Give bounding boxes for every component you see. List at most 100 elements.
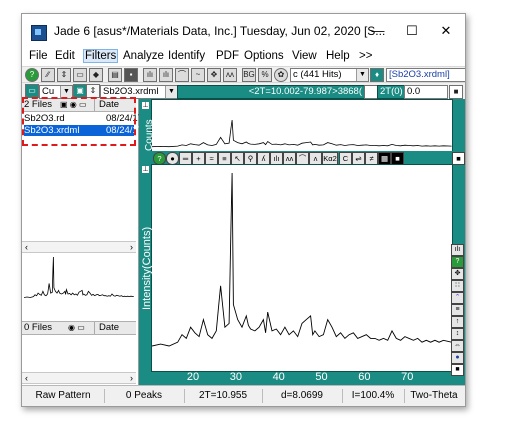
status-bar: Raw Pattern 0 Peaks 2T=10.955 d=8.0699 I… — [22, 385, 465, 406]
main-y-label: Intensity(Counts) — [141, 226, 153, 310]
bars-icon[interactable]: ılı — [451, 244, 464, 256]
x-tick-60: 60 — [358, 371, 371, 383]
lower-files-count: 0 Files — [24, 322, 52, 333]
menu-bar: File Edit Filters Analyze Identify PDF O… — [22, 48, 465, 66]
menu-file[interactable]: File — [29, 50, 48, 62]
menu-edit[interactable]: Edit — [55, 50, 75, 62]
annotation-highlight — [22, 97, 136, 146]
maximize-button[interactable]: ☐ — [396, 20, 428, 42]
lower-files-header: 0 Files ◉ ▭ Date — [22, 321, 136, 335]
x-tick-40: 40 — [272, 371, 285, 383]
minimize-button[interactable]: — — [362, 20, 394, 42]
x-tick-50: 50 — [315, 371, 328, 383]
menu-analyze[interactable]: Analyze — [123, 50, 164, 62]
status-d-spacing: d=8.0699 — [262, 389, 343, 403]
move-icon[interactable]: ✥ — [207, 68, 221, 82]
status-intensity: I=100.4% — [342, 389, 405, 403]
x-tick-30: 30 — [229, 371, 242, 383]
overview-plot[interactable] — [151, 99, 453, 153]
status-pattern: Raw Pattern — [22, 389, 105, 403]
save-icon[interactable]: ▪ — [124, 68, 138, 82]
x-tick-20: 20 — [186, 371, 200, 383]
hits-combo[interactable]: c (441 Hits) ▼ — [290, 68, 369, 82]
bg-icon[interactable]: ~ — [191, 68, 205, 82]
x-axis: 20 30 40 50 60 70 — [151, 371, 451, 385]
upper-scrollbar[interactable]: ‹ › — [22, 241, 136, 253]
chevron-right-icon[interactable]: › — [130, 242, 133, 252]
file-combo-value: Sb2O3.xrdml — [103, 86, 159, 97]
menu-identify[interactable]: Identify — [168, 50, 205, 62]
jade-window: Jade 6 [asus*/Materials Data, Inc.] Tues… — [21, 13, 466, 407]
two-theta-label: 2T(0) — [377, 85, 406, 99]
stop-icon[interactable]: ■ — [452, 152, 465, 165]
lower-scrollbar[interactable]: ‹ › — [22, 372, 136, 384]
reference-file-value: [Sb2O3.xrdml] — [389, 69, 450, 80]
leftright-icon[interactable]: ⇔ — [451, 340, 464, 352]
menu-help[interactable]: Help — [326, 50, 350, 62]
print-icon[interactable]: ▤ — [108, 68, 122, 82]
diamond-icon[interactable]: ◆ — [89, 68, 103, 82]
chevron-left-icon[interactable]: ‹ — [25, 242, 28, 252]
reference-file-field[interactable]: [Sb2O3.xrdml] — [386, 68, 465, 82]
list-icon[interactable]: ≡ — [451, 304, 464, 316]
range-checkbox[interactable] — [364, 85, 378, 99]
main-plot[interactable] — [151, 164, 453, 372]
hits-combo-value: c (441 Hits) — [293, 69, 342, 80]
two-theta-input[interactable]: 0.0 — [404, 85, 448, 99]
menu-options[interactable]: Options — [244, 50, 284, 62]
peak-icon[interactable]: ılı — [159, 68, 173, 82]
spectrum-icon[interactable]: ʌʌ — [223, 68, 237, 82]
chevron-down-icon[interactable]: ▼ — [356, 69, 368, 81]
view-toggle-icon[interactable]: ▣ — [73, 84, 87, 98]
two-theta-value: 0.0 — [407, 86, 421, 97]
element-combo-value: Cu — [42, 86, 55, 97]
overview-y-label: Counts — [144, 119, 155, 151]
chevrons-up-icon[interactable]: ⌃ — [451, 292, 464, 304]
title-bar: Jade 6 [asus*/Materials Data, Inc.] Tues… — [22, 14, 465, 48]
help-icon[interactable]: ? — [451, 256, 464, 268]
pin-icon[interactable]: ⊥ — [142, 166, 149, 173]
smooth-icon[interactable]: ⌒ — [175, 68, 189, 82]
menu-more[interactable]: >> — [359, 50, 372, 62]
window-title: Jade 6 [asus*/Materials Data, Inc.] Tues… — [54, 24, 386, 38]
updown-icon[interactable]: ⇕ — [57, 68, 71, 82]
status-peaks: 0 Peaks — [104, 389, 185, 403]
main-toolbar: ? ∕∕ ⇕ ▭ ◆ ▤ ▪ ılı ılı ⌒ ~ ✥ ʌʌ BG % ✿ c… — [22, 66, 465, 83]
help-icon[interactable]: ? — [25, 68, 39, 82]
anode-icon: ▭ — [25, 84, 39, 98]
stop-icon[interactable]: ■ — [451, 364, 464, 376]
range-field: <2T=10.002-79.987>3868( — [177, 85, 367, 99]
thumbnail-plot — [24, 256, 134, 298]
info-icon[interactable]: ● — [451, 352, 464, 364]
menu-pdf[interactable]: PDF — [216, 50, 239, 62]
status-mode: Two-Theta — [410, 390, 458, 401]
close-button[interactable]: ✕ — [430, 20, 462, 42]
plot-toolbar: ? ● ═ + ≈ ≡ ↖ ⚲ ʎ ılı ʌʌ ⌒ ʌ Kα2 C ⇌ ≠ ▦… — [151, 151, 465, 165]
drop-icon[interactable]: ♦ — [370, 68, 384, 82]
range-text: <2T=10.002-79.987>3868( — [248, 86, 362, 97]
pin-icon[interactable]: ⊥ — [142, 102, 149, 109]
stop-icon[interactable]: ■ — [449, 85, 463, 99]
status-two-theta: 2T=10.955 — [184, 389, 263, 403]
jade-app-icon[interactable] — [31, 25, 47, 41]
move-icon[interactable]: ✥ — [451, 268, 464, 280]
two-theta-label-text: 2T(0) — [380, 86, 403, 97]
lower-date-column-header[interactable]: Date — [94, 322, 119, 334]
bar-pattern-icon[interactable]: ılı — [143, 68, 157, 82]
overview-plot-svg — [151, 119, 452, 148]
updown-icon[interactable]: ↕ — [451, 328, 464, 340]
chevron-left-icon[interactable]: ‹ — [25, 373, 28, 383]
arrow-up-icon[interactable]: ↑ — [451, 316, 464, 328]
bg-sub-icon[interactable]: BG — [242, 68, 256, 82]
chevron-right-icon[interactable]: › — [130, 373, 133, 383]
chevron-down-icon[interactable]: ▼ — [165, 86, 177, 98]
gear-icon[interactable]: ✿ — [274, 68, 288, 82]
menu-filters[interactable]: Filters — [83, 49, 119, 63]
filter-icon[interactable]: ∕∕ — [41, 68, 55, 82]
dots-icon[interactable]: ∷ — [451, 280, 464, 292]
spin-icon[interactable]: ⇕ — [86, 84, 100, 98]
percent-icon[interactable]: % — [258, 68, 272, 82]
menu-view[interactable]: View — [292, 50, 317, 62]
lower-view-icons[interactable]: ◉ ▭ — [68, 322, 85, 334]
folder-icon[interactable]: ▭ — [73, 68, 87, 82]
